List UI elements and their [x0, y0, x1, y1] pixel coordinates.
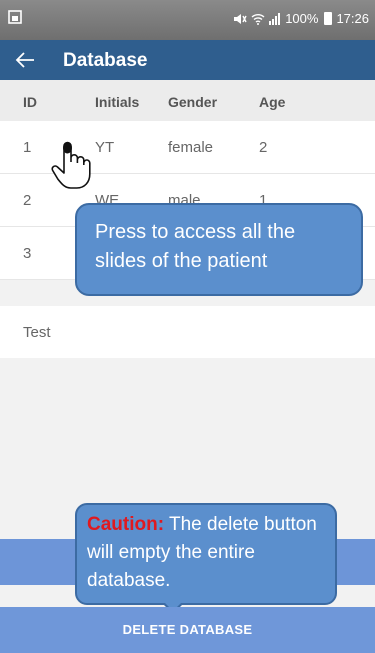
press-row-callout: Press to access all the slides of the pa…	[75, 203, 363, 296]
delete-database-button[interactable]: DELETE DATABASE	[0, 607, 375, 653]
mute-icon	[234, 13, 247, 24]
row-age: 2	[259, 139, 268, 156]
table-header: ID Initials Gender Age	[0, 80, 375, 121]
screenshot-icon	[8, 10, 22, 24]
page-title: Database	[63, 50, 148, 71]
test-row[interactable]: Test	[0, 306, 375, 358]
battery-icon	[324, 12, 333, 25]
app-bar: Database	[0, 40, 375, 80]
column-header-age: Age	[259, 94, 286, 110]
back-arrow-icon[interactable]	[14, 50, 36, 70]
row-gender: female	[168, 139, 214, 156]
column-header-initials: Initials	[95, 94, 140, 110]
row-initials: YT	[95, 139, 115, 156]
test-row-label: Test	[23, 324, 51, 341]
row-id: 3	[23, 245, 32, 262]
signal-icon	[269, 12, 281, 25]
column-header-id: ID	[23, 94, 37, 110]
caution-callout: Caution: The delete button will empty th…	[75, 503, 337, 605]
caution-label: Caution:	[87, 514, 165, 535]
row-id: 1	[23, 139, 32, 156]
battery-percent: 100%	[285, 11, 319, 26]
status-bar: 100% 17:26	[0, 0, 375, 40]
hand-pointer-icon	[51, 141, 91, 189]
clock: 17:26	[336, 11, 369, 26]
row-id: 2	[23, 192, 32, 209]
column-header-gender: Gender	[168, 94, 218, 110]
wifi-icon	[251, 13, 265, 25]
